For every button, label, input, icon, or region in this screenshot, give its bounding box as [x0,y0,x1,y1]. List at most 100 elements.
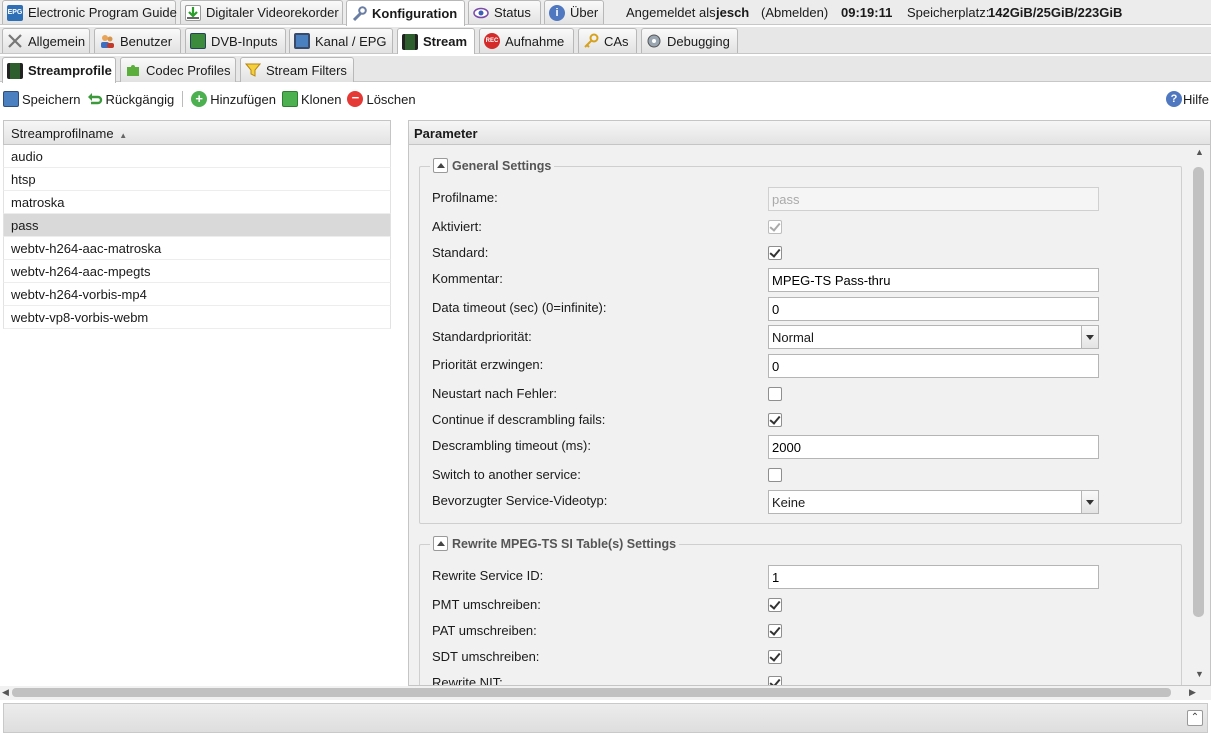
column-header-profile-name[interactable]: Streamprofilname ▲ [3,120,391,145]
undo-icon [87,91,103,107]
bug-icon [646,33,662,49]
vertical-scroll-thumb[interactable] [1193,167,1204,617]
column-header-label: Streamprofilname [11,126,114,141]
comment-input[interactable] [768,268,1099,292]
rewrite-sdt-checkbox[interactable] [768,650,782,664]
logout-link[interactable]: (Abmelden) [761,5,828,20]
scroll-right-icon[interactable]: ▶ [1189,687,1196,698]
collapse-icon[interactable] [433,158,448,173]
logged-in-label: Angemeldet als [626,5,716,20]
tab-streamprofiles[interactable]: Streamprofile [2,57,116,83]
scroll-up-icon[interactable]: ▲ [1195,147,1204,157]
save-label: Speichern [22,91,81,107]
tab-label: Über [570,5,599,20]
group-title: General Settings [452,158,552,173]
tab-configuration[interactable]: Konfiguration [346,0,465,26]
tab-about[interactable]: i Über [544,0,604,24]
descrambling-timeout-input[interactable] [768,435,1099,459]
list-item[interactable]: webtv-h264-aac-matroska [3,237,391,260]
tab-channel-epg[interactable]: Kanal / EPG [289,28,393,53]
clock: 09:19:11 [841,5,893,20]
tab-epg[interactable]: EPG Electronic Program Guide [2,0,177,24]
list-item-label: matroska [11,195,65,210]
tab-stream[interactable]: Stream [397,28,475,54]
rewrite-pmt-checkbox[interactable] [768,598,782,612]
chevron-down-icon[interactable] [1081,491,1098,513]
eye-icon [473,5,489,21]
tab-users[interactable]: Benutzer [94,28,181,53]
scroll-down-icon[interactable]: ▼ [1195,669,1204,679]
film-icon [7,62,23,79]
restart-on-error-checkbox[interactable] [768,387,782,401]
rewrite-pat-checkbox[interactable] [768,624,782,638]
rewrite-nit-label: Rewrite NIT: [432,675,503,686]
list-item[interactable]: webtv-vp8-vorbis-webm [3,306,391,329]
undo-button[interactable]: Rückgängig [87,91,174,107]
panel-splitter[interactable] [391,120,408,686]
list-item[interactable]: webtv-h264-aac-mpegts [3,260,391,283]
rewrite-sid-input[interactable] [768,565,1099,589]
delete-label: Löschen [366,91,416,107]
data-timeout-label: Data timeout (sec) (0=infinite): [432,300,607,315]
data-timeout-input[interactable] [768,297,1099,321]
list-item-selected[interactable]: pass [3,214,391,237]
horizontal-scroll-thumb[interactable] [12,688,1171,697]
tab-general[interactable]: Allgemein [2,28,90,53]
restart-on-error-label: Neustart nach Fehler: [432,386,558,401]
config-tabbar: Allgemein Benutzer DVB-Inputs Kanal / EP… [0,27,1211,54]
rewrite-sdt-label: SDT umschreiben: [432,649,540,664]
add-label: Hinzufügen [210,91,276,107]
epg-icon: EPG [7,4,23,21]
scroll-left-icon[interactable]: ◀ [2,687,9,698]
chevron-down-icon[interactable] [1081,326,1098,348]
switch-service-checkbox[interactable] [768,468,782,482]
tab-recording[interactable]: REC Aufnahme [479,28,574,53]
storage-label: Speicherplatz: [907,5,990,20]
filter-icon [245,62,261,78]
help-button[interactable]: ? Hilfe [1166,91,1211,107]
save-icon [3,91,19,107]
expand-up-icon[interactable]: ⌃ [1187,710,1203,726]
delete-button[interactable]: − Löschen [347,91,416,107]
switch-service-label: Switch to another service: [432,467,581,482]
vertical-scrollbar[interactable]: ▲ ▼ [1188,145,1210,685]
continue-descrambling-checkbox[interactable] [768,413,782,427]
default-priority-select[interactable]: Normal [768,325,1099,349]
horizontal-scrollbar[interactable]: ◀ ▶ [0,686,1211,700]
tab-label: Allgemein [28,33,86,49]
download-icon [185,4,201,21]
tools-icon [7,33,23,49]
puzzle-icon [125,62,141,78]
tab-dvr[interactable]: Digitaler Videorekorder [180,0,343,24]
list-item-label: webtv-h264-aac-mpegts [11,264,151,279]
wrench-icon [351,5,367,22]
card-icon [190,33,206,49]
video-type-select[interactable]: Keine [768,490,1099,514]
tab-stream-filters[interactable]: Stream Filters [240,57,354,82]
default-checkbox[interactable] [768,246,782,260]
clone-label: Klonen [300,91,342,107]
rewrite-settings-legend: Rewrite MPEG-TS SI Table(s) Settings [430,536,680,551]
profile-list: Streamprofilname ▲ audio htsp matroska p… [3,120,391,686]
save-button[interactable]: Speichern [3,91,81,107]
tab-label: Codec Profiles [146,62,231,78]
list-item[interactable]: audio [3,145,391,168]
tab-label: Digitaler Videorekorder [206,5,339,20]
collapse-icon[interactable] [433,536,448,551]
list-item[interactable]: webtv-h264-vorbis-mp4 [3,283,391,306]
rewrite-pat-label: PAT umschreiben: [432,623,537,638]
tab-status[interactable]: Status [468,0,541,24]
enabled-label: Aktiviert: [432,219,482,234]
force-priority-input[interactable] [768,354,1099,378]
tab-codec-profiles[interactable]: Codec Profiles [120,57,236,82]
add-button[interactable]: + Hinzufügen [191,91,276,107]
plus-icon: + [191,91,208,107]
list-item[interactable]: matroska [3,191,391,214]
tab-debugging[interactable]: Debugging [641,28,738,53]
list-item-label: htsp [11,172,36,187]
rewrite-nit-checkbox[interactable] [768,676,782,685]
tab-cas[interactable]: CAs [578,28,637,53]
list-item[interactable]: htsp [3,168,391,191]
tab-dvb-inputs[interactable]: DVB-Inputs [185,28,286,53]
clone-button[interactable]: Klonen [281,91,342,107]
